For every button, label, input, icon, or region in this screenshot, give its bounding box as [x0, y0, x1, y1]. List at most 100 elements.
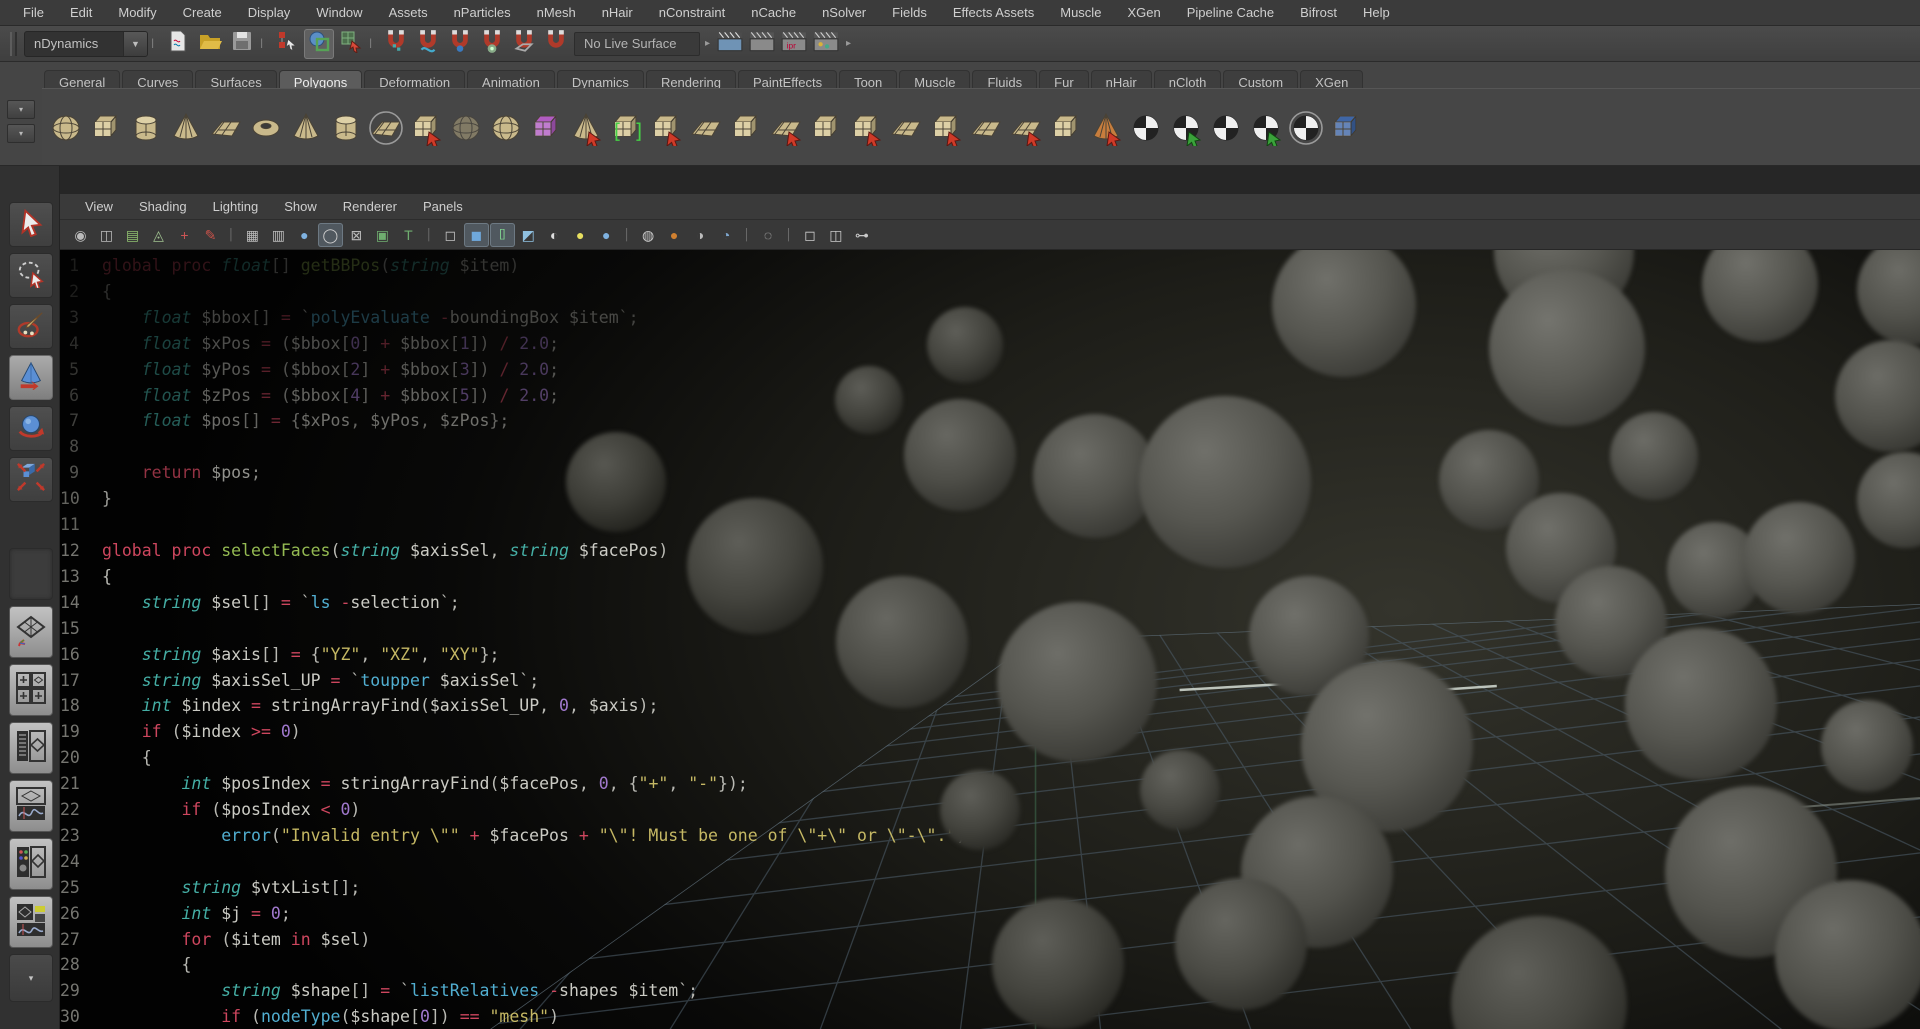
poly-plane-shelf-button[interactable]: [207, 108, 245, 146]
menu-display[interactable]: Display: [235, 0, 304, 25]
menu-nmesh[interactable]: nMesh: [524, 0, 589, 25]
select-tool[interactable]: [9, 202, 53, 247]
select-component-button[interactable]: [336, 29, 366, 59]
shelf-tab-custom[interactable]: Custom: [1223, 70, 1298, 88]
shelf-tab-painteffects[interactable]: PaintEffects: [738, 70, 837, 88]
booleans-shelf-button[interactable]: [527, 108, 565, 146]
save-scene-button[interactable]: [227, 29, 257, 59]
motion-blur-button[interactable]: ◑: [688, 223, 713, 247]
shelf-tab-dynamics[interactable]: Dynamics: [557, 70, 644, 88]
poly-combine-shelf-button[interactable]: [807, 108, 845, 146]
poly-smooth-shelf-button[interactable]: [487, 108, 525, 146]
menu-effects-assets[interactable]: Effects Assets: [940, 0, 1047, 25]
extrude-shelf-button[interactable]: [647, 108, 685, 146]
menu-file[interactable]: File: [10, 0, 57, 25]
layout-persp-graph[interactable]: [9, 780, 53, 832]
xray-joints-button[interactable]: ◫: [823, 223, 848, 247]
panel-menu-show[interactable]: Show: [271, 194, 330, 219]
shelf-tab-deformation[interactable]: Deformation: [364, 70, 465, 88]
ipr-render-button[interactable]: ipr: [779, 29, 809, 59]
menu-edit[interactable]: Edit: [57, 0, 105, 25]
shelf-tab-menu[interactable]: ▾: [7, 100, 35, 119]
shaded-ball-button[interactable]: ●: [292, 223, 317, 247]
shelf-tab-rendering[interactable]: Rendering: [646, 70, 736, 88]
menu-ncache[interactable]: nCache: [738, 0, 809, 25]
poly-mirror-shelf-button[interactable]: [767, 108, 805, 146]
safe-action-button[interactable]: ▣: [370, 223, 395, 247]
poly-fill-hole-shelf-button[interactable]: [887, 108, 925, 146]
viewport-canvas[interactable]: 1global proc float[] getBBPos(string $it…: [60, 250, 1920, 1029]
rotate-tool[interactable]: [9, 406, 53, 451]
smooth-shade-mode-button[interactable]: ◼: [464, 223, 489, 247]
wireframe-mode-button[interactable]: ◻: [438, 223, 463, 247]
use-all-lights-button[interactable]: ◐: [542, 223, 567, 247]
poly-wedge-shelf-button[interactable]: [567, 108, 605, 146]
shelf-tab-animation[interactable]: Animation: [467, 70, 555, 88]
menu-nparticles[interactable]: nParticles: [441, 0, 524, 25]
shelf-tab-muscle[interactable]: Muscle: [899, 70, 970, 88]
poly-sphere-shelf-button[interactable]: [47, 108, 85, 146]
menu-pipeline-cache[interactable]: Pipeline Cache: [1174, 0, 1287, 25]
poly-append-shelf-button[interactable]: [687, 108, 725, 146]
menu-modify[interactable]: Modify: [105, 0, 169, 25]
shadows-button[interactable]: ◍: [636, 223, 661, 247]
poly-prism-shelf-button[interactable]: [287, 108, 325, 146]
paint-select-tool[interactable]: [9, 304, 53, 349]
chevron-down-icon[interactable]: ▼: [123, 32, 147, 56]
panel-menu-view[interactable]: View: [72, 194, 126, 219]
poly-separate-shelf-button[interactable]: [847, 108, 885, 146]
camera-attributes-button[interactable]: ◫: [94, 223, 119, 247]
select-object-button[interactable]: [304, 29, 334, 59]
move-tool[interactable]: [9, 355, 53, 400]
menu-assets[interactable]: Assets: [376, 0, 441, 25]
menu-xgen[interactable]: XGen: [1114, 0, 1173, 25]
checker-map-e-shelf-button[interactable]: [1287, 108, 1325, 146]
multi-cut-shelf-button[interactable]: []: [607, 108, 645, 146]
shelf-tab-surfaces[interactable]: Surfaces: [195, 70, 276, 88]
bookmarks-button[interactable]: ▤: [120, 223, 145, 247]
image-plane-button[interactable]: ◬: [146, 223, 171, 247]
isolate-select-button[interactable]: ◌: [756, 223, 781, 247]
shelf-tab-curves[interactable]: Curves: [122, 70, 193, 88]
select-camera-button[interactable]: ◉: [68, 223, 93, 247]
menu-fields[interactable]: Fields: [879, 0, 940, 25]
snap-plane-button[interactable]: [509, 29, 539, 59]
panel-menu-shading[interactable]: Shading: [126, 194, 200, 219]
more-layouts[interactable]: ▾: [9, 954, 53, 1002]
checker-map-c-shelf-button[interactable]: [1207, 108, 1245, 146]
layout-hypershade-persp[interactable]: [9, 838, 53, 890]
shelf-tab-ncloth[interactable]: nCloth: [1154, 70, 1222, 88]
shelf-tab-fluids[interactable]: Fluids: [972, 70, 1037, 88]
menu-nconstraint[interactable]: nConstraint: [646, 0, 738, 25]
layout-single-pane[interactable]: [9, 606, 53, 658]
expand-arrow-icon[interactable]: ▸: [703, 30, 712, 58]
soft-select-shelf-button[interactable]: [1087, 108, 1125, 146]
snap-grid-button[interactable]: [381, 29, 411, 59]
flat-lighting-button[interactable]: ●: [568, 223, 593, 247]
film-gate-button[interactable]: ▥: [266, 223, 291, 247]
menu-bifrost[interactable]: Bifrost: [1287, 0, 1350, 25]
wireframe-on-shaded-button[interactable]: []: [490, 223, 515, 247]
menu-nsolver[interactable]: nSolver: [809, 0, 879, 25]
normals-display-shelf-button[interactable]: [1327, 108, 1365, 146]
shelf-tab-fur[interactable]: Fur: [1039, 70, 1089, 88]
poly-bridge-shelf-button[interactable]: [727, 108, 765, 146]
poly-triangulate-shelf-button[interactable]: [967, 108, 1005, 146]
snap-point-button[interactable]: [445, 29, 475, 59]
shelf-tab-polygons[interactable]: Polygons: [279, 70, 362, 88]
default-lighting-button[interactable]: ●: [594, 223, 619, 247]
new-scene-button[interactable]: [163, 29, 193, 59]
paint-effects-button[interactable]: ✎: [198, 223, 223, 247]
smooth-preview-shelf-button[interactable]: [447, 108, 485, 146]
menu-muscle[interactable]: Muscle: [1047, 0, 1114, 25]
poly-spin-edge-shelf-button[interactable]: [1047, 108, 1085, 146]
live-surface-field[interactable]: No Live Surface: [574, 32, 700, 56]
poly-torus-shelf-button[interactable]: [247, 108, 285, 146]
view-pivot-button[interactable]: +: [172, 223, 197, 247]
poly-pipe-shelf-button[interactable]: [327, 108, 365, 146]
lasso-select-tool[interactable]: [9, 253, 53, 298]
grid-display-button[interactable]: ▦: [240, 223, 265, 247]
xray-mode-button[interactable]: ◻: [797, 223, 822, 247]
shelf-tab-general[interactable]: General: [44, 70, 120, 88]
textured-mode-button[interactable]: ◩: [516, 223, 541, 247]
